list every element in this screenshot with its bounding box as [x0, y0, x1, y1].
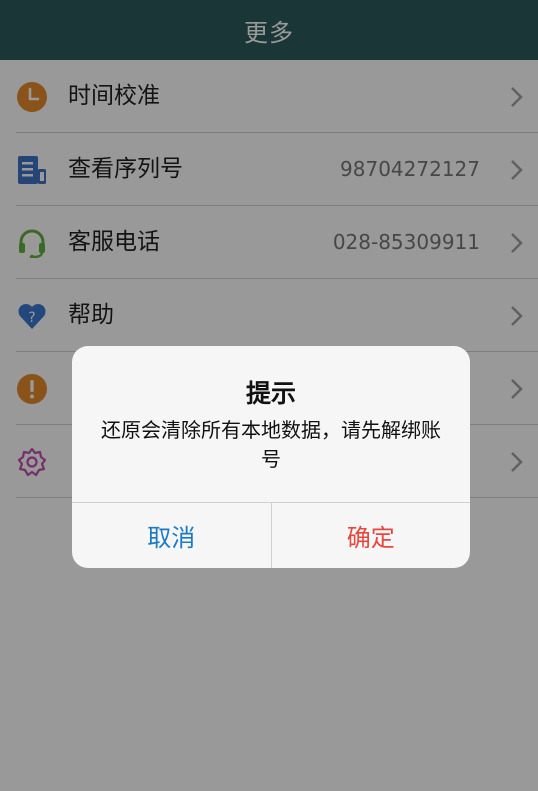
dialog-button-row: 取消 确定 — [72, 502, 470, 568]
confirm-button[interactable]: 确定 — [272, 503, 471, 568]
alert-dialog: 提示 还原会清除所有本地数据，请先解绑账号 取消 确定 — [72, 346, 470, 568]
cancel-button[interactable]: 取消 — [72, 503, 272, 568]
dialog-title: 提示 — [245, 379, 296, 408]
dialog-message: 还原会清除所有本地数据，请先解绑账号 — [101, 418, 441, 471]
